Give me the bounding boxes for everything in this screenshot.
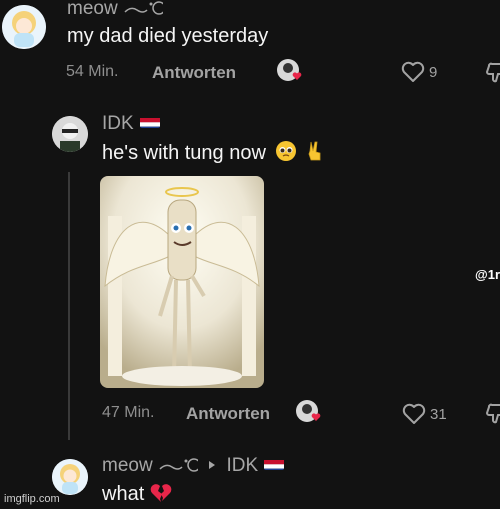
comment-3-username[interactable]: meow IDK xyxy=(102,455,285,477)
creator-liked-avatar xyxy=(295,399,323,427)
comment-1-time: 54 Min. xyxy=(66,63,119,80)
thread-line xyxy=(68,172,70,440)
avatar-meow[interactable] xyxy=(2,5,46,49)
thumbs-down-icon xyxy=(485,403,500,424)
victory-hand-emoji-icon xyxy=(308,141,321,161)
comment-2-dislike-button[interactable] xyxy=(484,401,500,427)
comment-2-username[interactable]: IDK xyxy=(102,113,160,135)
avatar-meow[interactable] xyxy=(52,459,88,495)
comment-2-attached-image[interactable] xyxy=(100,176,264,388)
comment-1-dislike-button[interactable] xyxy=(484,60,500,86)
comment-2-text: he's with tung now xyxy=(102,140,325,165)
broken-heart-emoji-icon xyxy=(150,484,172,502)
reply-arrow-icon xyxy=(209,461,216,469)
comment-2-like-count: 31 xyxy=(430,406,447,423)
comment-1-like-count: 9 xyxy=(429,64,438,81)
comment-3-text: what xyxy=(102,483,172,506)
comment-3-text-content: what xyxy=(102,483,145,505)
creator-liked-avatar xyxy=(276,58,304,86)
netherlands-flag-icon xyxy=(264,457,285,470)
watermark: imgflip.com xyxy=(4,493,60,505)
comment-1-reply-button[interactable]: Antworten xyxy=(152,63,236,83)
heart-outline-icon xyxy=(401,61,425,82)
comment-1-username[interactable]: meow xyxy=(67,0,166,20)
username-text: meow xyxy=(102,455,153,476)
netherlands-flag-icon xyxy=(139,115,160,128)
thumbs-down-icon xyxy=(485,62,500,83)
avatar-idk[interactable] xyxy=(52,116,88,152)
overlay-handle-text: @1r xyxy=(475,267,500,282)
comment-2-time: 47 Min. xyxy=(102,404,155,421)
reply-to-username[interactable]: IDK xyxy=(227,455,259,476)
comment-2-text-content: he's with tung now xyxy=(102,142,266,164)
comment-1-text: my dad died yesterday xyxy=(67,25,269,47)
pleading-face-emoji-icon xyxy=(276,141,297,161)
username-text: meow xyxy=(67,0,118,19)
comment-2-like-button[interactable] xyxy=(402,403,426,430)
decoration-icon xyxy=(124,1,166,15)
heart-outline-icon xyxy=(402,403,426,424)
comment-2-reply-button[interactable]: Antworten xyxy=(186,404,270,424)
comment-1-like-button[interactable] xyxy=(401,61,425,88)
username-text: IDK xyxy=(102,113,134,134)
decoration-icon xyxy=(159,458,201,472)
